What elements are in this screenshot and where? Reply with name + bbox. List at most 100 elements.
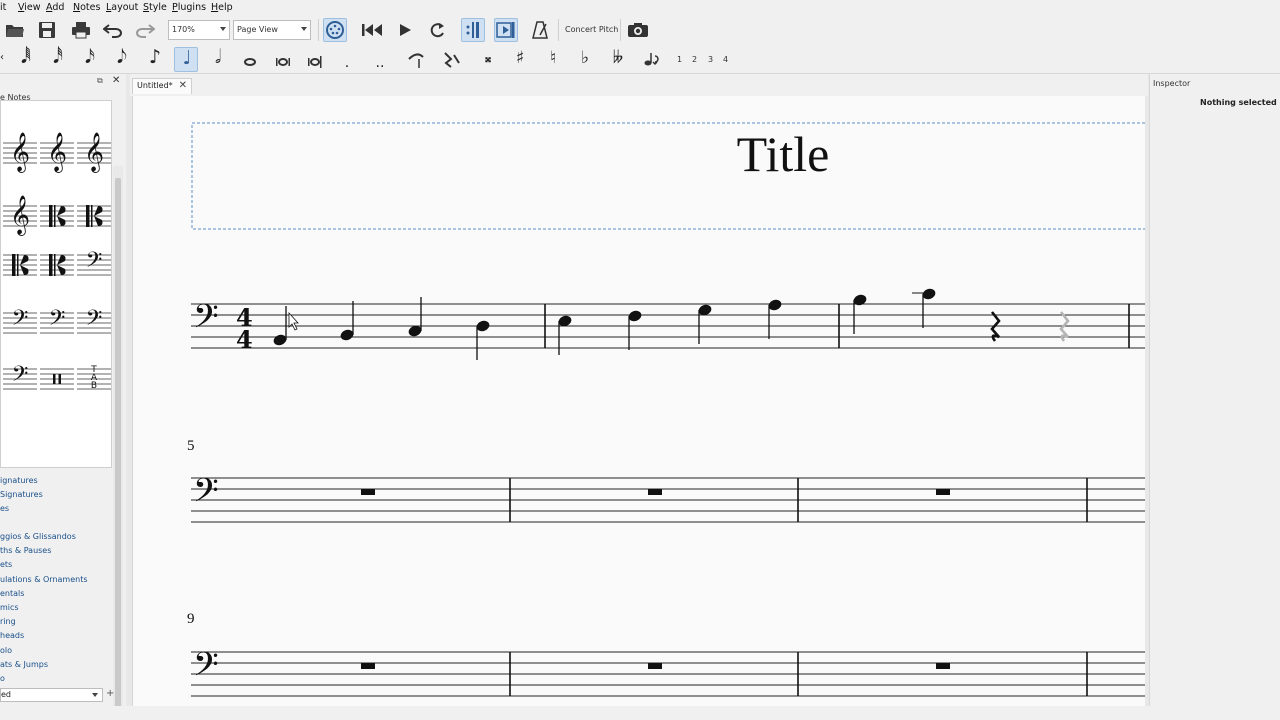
- flat-icon[interactable]: ♭: [578, 50, 592, 67]
- palette-list-item[interactable]: ring: [0, 617, 16, 626]
- workspace-select[interactable]: ed: [0, 688, 103, 702]
- clef-cell[interactable]: [77, 205, 111, 227]
- natural-icon[interactable]: ♮: [546, 50, 560, 67]
- palette-list-item[interactable]: olo: [0, 646, 12, 655]
- alto-clef-icon: [49, 254, 53, 276]
- double-flat-icon[interactable]: 𝄫: [609, 50, 627, 67]
- clef-cell[interactable]: TAB: [77, 365, 111, 391]
- clef-cell[interactable]: 𝄢: [3, 362, 37, 392]
- note-input-toolbar: ‹ 𝅘𝅥𝅱 𝅘𝅥𝅰 𝅘𝅥𝅯 𝅘𝅥𝅮 ♪ ♩ 𝅗𝅥 . .. 𝄪 ♯ ♮ ♭ 𝄫 …: [0, 46, 1280, 74]
- voice-3-button[interactable]: 3: [708, 55, 713, 64]
- menu-edit[interactable]: it: [0, 2, 6, 13]
- palette-list-item[interactable]: ignatures: [0, 476, 38, 485]
- metronome-icon[interactable]: [529, 20, 551, 40]
- palette-list-item[interactable]: ets: [0, 560, 12, 569]
- voice-1-button[interactable]: 1: [677, 55, 682, 64]
- flip-direction-icon[interactable]: [642, 50, 662, 70]
- float-icon[interactable]: ⧉: [97, 76, 103, 86]
- score-title[interactable]: Title: [737, 126, 830, 182]
- close-icon[interactable]: ✕: [179, 80, 187, 91]
- clef-palette: 𝄞 𝄞 𝄞 𝄞 𝄢 𝄢 𝄢 𝄢 𝄢 TAB: [3, 132, 111, 392]
- menu-view[interactable]: View: [18, 2, 41, 13]
- scrollbar-thumb[interactable]: [115, 178, 121, 720]
- rewind-icon[interactable]: [359, 20, 385, 40]
- menu-layout[interactable]: Layout: [106, 2, 138, 13]
- menu-add[interactable]: Add: [46, 2, 64, 13]
- concert-pitch-button[interactable]: Concert Pitch: [565, 25, 618, 34]
- zoom-select[interactable]: 170%: [168, 20, 230, 40]
- clef-cell[interactable]: [3, 254, 37, 276]
- sharp-icon[interactable]: ♯: [513, 50, 527, 67]
- pan-score-icon[interactable]: [494, 18, 518, 42]
- duration-eighth-alt-icon[interactable]: ♪: [145, 48, 165, 67]
- menu-plugins[interactable]: Plugins: [172, 2, 206, 13]
- duration-quarter-button[interactable]: ♩: [174, 47, 198, 72]
- print-icon[interactable]: [70, 20, 92, 40]
- double-sharp-icon[interactable]: 𝄪: [481, 52, 495, 65]
- toolbar-separator: [318, 19, 319, 41]
- menu-style[interactable]: Style: [143, 2, 167, 13]
- palette-list-item[interactable]: Signatures: [0, 490, 43, 499]
- palette-list-item[interactable]: entals: [0, 589, 24, 598]
- clef-cell[interactable]: [40, 368, 74, 390]
- score-canvas[interactable]: Title 𝄢 4 4 𝄢 𝄢 5 9: [132, 96, 1145, 706]
- clef-cell[interactable]: 𝄞: [77, 132, 111, 173]
- clef-cell[interactable]: 𝄢: [77, 248, 111, 278]
- view-mode-select[interactable]: Page View: [233, 20, 311, 40]
- play-repeats-icon[interactable]: [461, 18, 485, 42]
- clef-cell[interactable]: 𝄞: [3, 195, 37, 236]
- palette-list-item[interactable]: ats & Jumps: [0, 660, 48, 669]
- clef-cell[interactable]: 𝄞: [3, 132, 37, 173]
- duration-64th-icon[interactable]: 𝅘𝅥𝅱: [16, 48, 36, 67]
- duration-longa-icon[interactable]: [306, 55, 326, 69]
- duration-32nd-icon[interactable]: 𝅘𝅥𝅰: [48, 48, 68, 67]
- duration-eighth-icon[interactable]: 𝅘𝅥𝅮: [112, 48, 132, 67]
- bass-clef-icon: 𝄢: [49, 306, 66, 336]
- clef-cell[interactable]: [40, 205, 74, 227]
- chevron-left-icon[interactable]: ‹: [0, 53, 4, 63]
- whole-rest: [936, 663, 950, 669]
- open-folder-icon[interactable]: [4, 20, 26, 40]
- voice-4-button[interactable]: 4: [723, 55, 728, 64]
- chevron-down-icon: [301, 27, 307, 31]
- palette-scrollbar[interactable]: [113, 166, 123, 720]
- voice-2-button[interactable]: 2: [692, 55, 697, 64]
- duration-16th-icon[interactable]: 𝅘𝅥𝅯: [80, 48, 100, 67]
- clef-cell[interactable]: 𝄢: [40, 306, 74, 336]
- palette-list-item[interactable]: mics: [0, 603, 19, 612]
- palette-list-item[interactable]: o: [0, 674, 5, 683]
- whole-rest: [361, 489, 375, 495]
- palette-list-item[interactable]: heads: [0, 631, 24, 640]
- midi-input-icon[interactable]: [323, 18, 347, 42]
- add-workspace-button[interactable]: +: [106, 688, 114, 699]
- double-dot-icon[interactable]: ..: [372, 56, 388, 70]
- camera-icon[interactable]: [626, 20, 650, 40]
- loop-icon[interactable]: [426, 20, 448, 40]
- clef-cell[interactable]: [40, 254, 74, 276]
- palette-list-item[interactable]: ggios & Glissandos: [0, 532, 76, 541]
- palette-list-item[interactable]: ulations & Ornaments: [0, 575, 88, 584]
- tie-icon[interactable]: [406, 50, 426, 70]
- status-bar: [0, 706, 1280, 720]
- title-frame[interactable]: [191, 122, 1145, 230]
- duration-breve-icon[interactable]: [274, 56, 292, 68]
- menu-help[interactable]: Help: [211, 2, 233, 13]
- palette-list-item[interactable]: ths & Pauses: [0, 546, 51, 555]
- palette-panel: e Notes ⧉ ✕ 𝄞 𝄞 𝄞 𝄞 𝄢 𝄢 𝄢 𝄢 𝄢 T A B ignatures Signat…: [0, 74, 126, 720]
- palette-list-item[interactable]: es: [0, 504, 9, 513]
- save-icon[interactable]: [36, 20, 58, 40]
- clef-cell[interactable]: 𝄢: [3, 306, 37, 336]
- augmentation-dot-icon[interactable]: .: [342, 56, 352, 70]
- close-icon[interactable]: ✕: [112, 75, 120, 86]
- toolbar-separator: [620, 19, 621, 41]
- clef-cell[interactable]: 𝄞: [40, 132, 74, 173]
- rest-icon[interactable]: [441, 50, 463, 70]
- play-icon[interactable]: [395, 20, 415, 40]
- tab-untitled[interactable]: Untitled* ✕: [132, 78, 193, 94]
- undo-icon[interactable]: [102, 20, 124, 40]
- duration-half-icon[interactable]: 𝅗𝅥: [208, 48, 228, 67]
- clef-cell[interactable]: 𝄢: [77, 306, 111, 336]
- redo-icon[interactable]: [134, 20, 156, 40]
- duration-whole-icon[interactable]: [242, 56, 258, 68]
- menu-notes[interactable]: Notes: [73, 2, 100, 13]
